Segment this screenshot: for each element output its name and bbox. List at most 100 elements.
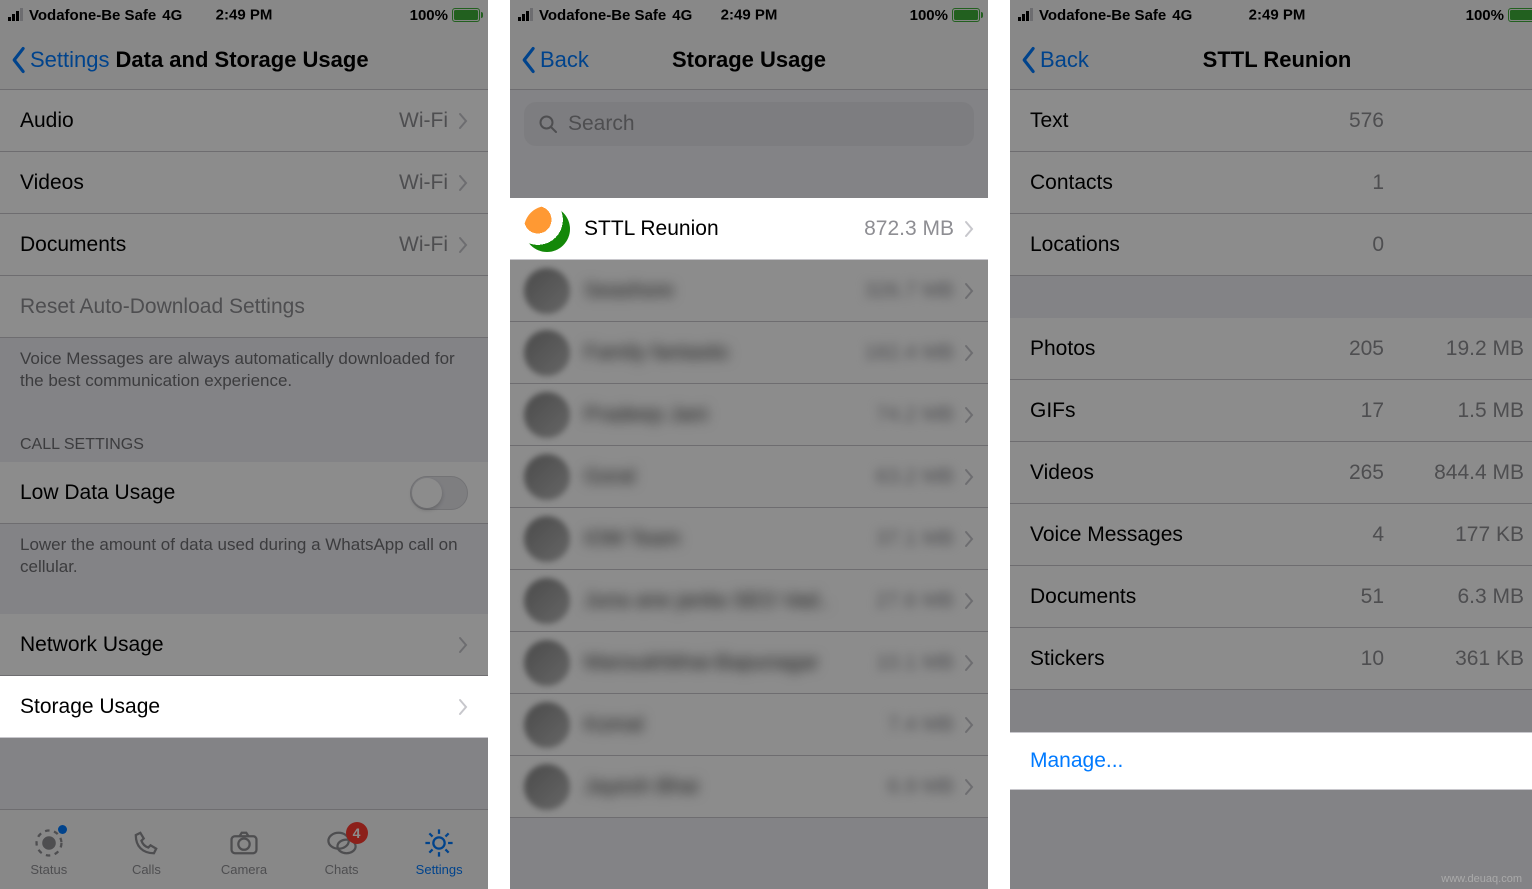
screen-data-storage: Vodafone-Be Safe 4G 2:49 PM 100% Setting… xyxy=(0,0,488,889)
carrier-label: Vodafone-Be Safe xyxy=(539,7,666,24)
avatar xyxy=(524,516,570,562)
chat-name: STTL Reunion xyxy=(584,217,719,241)
back-button[interactable]: Settings xyxy=(10,46,110,74)
chat-name: IOM Team xyxy=(584,527,680,551)
chat-size: 7.4 MB xyxy=(887,713,954,737)
chat-name: Goral xyxy=(584,465,635,489)
tab-chats[interactable]: 4 Chats xyxy=(302,826,382,877)
camera-icon xyxy=(227,826,261,860)
stat-count: 17 xyxy=(1324,399,1384,423)
manage-button[interactable]: Manage... xyxy=(1010,732,1532,790)
battery-percent: 100% xyxy=(410,7,448,24)
chat-row[interactable]: Goral 63.2 MB xyxy=(510,446,988,508)
stat-label: Documents xyxy=(1030,585,1136,609)
status-bar: Vodafone-Be Safe 4G 2:49 PM 100% xyxy=(510,0,988,30)
chat-size: 74.2 MB xyxy=(876,403,954,427)
chevron-right-icon xyxy=(964,592,974,610)
row-low-data-usage[interactable]: Low Data Usage xyxy=(0,462,488,524)
chat-name: Juna ane janita SEO Vad.. xyxy=(584,589,830,613)
avatar xyxy=(524,330,570,376)
row-reset-auto-download[interactable]: Reset Auto-Download Settings xyxy=(0,276,488,338)
tab-label: Settings xyxy=(416,862,463,877)
chat-row[interactable]: Mansukhbhai-Bapunagar 10.1 MB xyxy=(510,632,988,694)
back-label: Back xyxy=(540,47,589,73)
search-icon xyxy=(538,114,558,134)
back-label: Back xyxy=(1040,47,1089,73)
toggle-low-data[interactable] xyxy=(410,476,468,510)
chevron-right-icon xyxy=(964,654,974,672)
battery-icon xyxy=(1508,8,1532,22)
row-videos[interactable]: Videos Wi-Fi xyxy=(0,152,488,214)
status-bar: Vodafone-Be Safe 4G 2:49 PM 100% xyxy=(0,0,488,30)
row-audio[interactable]: Audio Wi-Fi xyxy=(0,90,488,152)
chat-row[interactable]: Jayesh Bhai 6.9 MB xyxy=(510,756,988,818)
chat-size: 63.2 MB xyxy=(876,465,954,489)
signal-icon xyxy=(518,9,533,21)
stat-size: 6.3 MB xyxy=(1404,585,1524,609)
search-input[interactable]: Search xyxy=(524,102,974,146)
status-icon xyxy=(32,826,66,860)
tab-settings[interactable]: Settings xyxy=(399,826,479,877)
chevron-left-icon xyxy=(10,46,26,74)
chat-name: Family fantastic xyxy=(584,341,730,365)
row-network-usage[interactable]: Network Usage xyxy=(0,614,488,676)
chat-row[interactable]: Family fantastic 182.4 MB xyxy=(510,322,988,384)
section-header-call: CALL SETTINGS xyxy=(0,410,488,462)
chat-size: 27.6 MB xyxy=(876,589,954,613)
chevron-right-icon xyxy=(458,174,468,192)
chat-name: Seashore xyxy=(584,279,674,303)
chevron-right-icon xyxy=(964,716,974,734)
chevron-right-icon xyxy=(458,636,468,654)
chat-name: Pradeep Jani xyxy=(584,403,708,427)
chat-row[interactable]: STTL Reunion 872.3 MB xyxy=(510,198,988,260)
chat-row[interactable]: Seashore 326.7 MB xyxy=(510,260,988,322)
battery-icon xyxy=(952,8,980,22)
carrier-label: Vodafone-Be Safe xyxy=(1039,7,1166,24)
tab-label: Camera xyxy=(221,862,267,877)
tab-calls[interactable]: Calls xyxy=(106,826,186,877)
stat-label: Voice Messages xyxy=(1030,523,1183,547)
row-value: Wi-Fi xyxy=(399,233,448,257)
stat-row-text: Text 576 xyxy=(1010,90,1532,152)
phone-icon xyxy=(129,826,163,860)
stat-count: 576 xyxy=(1324,109,1384,133)
row-documents[interactable]: Documents Wi-Fi xyxy=(0,214,488,276)
row-storage-usage[interactable]: Storage Usage xyxy=(0,676,488,738)
page-title: Data and Storage Usage xyxy=(116,47,369,73)
chat-row[interactable]: Pradeep Jani 74.2 MB xyxy=(510,384,988,446)
row-label: Documents xyxy=(20,233,126,257)
network-label: 4G xyxy=(1172,7,1192,24)
battery-icon xyxy=(452,8,480,22)
chat-row[interactable]: IOM Team 37.1 MB xyxy=(510,508,988,570)
stat-count: 265 xyxy=(1324,461,1384,485)
nav-bar: Back Storage Usage xyxy=(510,30,988,90)
clock: 2:49 PM xyxy=(216,7,273,24)
back-button[interactable]: Back xyxy=(520,46,589,74)
chat-row[interactable]: Juna ane janita SEO Vad.. 27.6 MB xyxy=(510,570,988,632)
chat-size: 326.7 MB xyxy=(864,279,954,303)
stat-count: 205 xyxy=(1324,337,1384,361)
row-label: Network Usage xyxy=(20,633,164,657)
row-label: Videos xyxy=(20,171,84,195)
stat-label: Stickers xyxy=(1030,647,1105,671)
tab-status[interactable]: Status xyxy=(9,826,89,877)
avatar xyxy=(524,206,570,252)
back-button[interactable]: Back xyxy=(1020,46,1089,74)
avatar xyxy=(524,640,570,686)
chat-size: 37.1 MB xyxy=(876,527,954,551)
watermark: www.deuaq.com xyxy=(1441,873,1522,885)
avatar xyxy=(524,578,570,624)
chat-row[interactable]: Komal 7.4 MB xyxy=(510,694,988,756)
chat-name: Mansukhbhai-Bapunagar xyxy=(584,651,819,675)
stat-count: 4 xyxy=(1324,523,1384,547)
stat-size: 177 KB xyxy=(1404,523,1524,547)
stat-count: 51 xyxy=(1324,585,1384,609)
tab-label: Chats xyxy=(325,862,359,877)
avatar xyxy=(524,392,570,438)
nav-bar: Settings Data and Storage Usage xyxy=(0,30,488,90)
footer-note-voice: Voice Messages are always automatically … xyxy=(0,338,488,410)
tab-camera[interactable]: Camera xyxy=(204,826,284,877)
stat-size: 1.5 MB xyxy=(1404,399,1524,423)
search-placeholder: Search xyxy=(568,112,635,136)
stat-count: 0 xyxy=(1324,233,1384,257)
